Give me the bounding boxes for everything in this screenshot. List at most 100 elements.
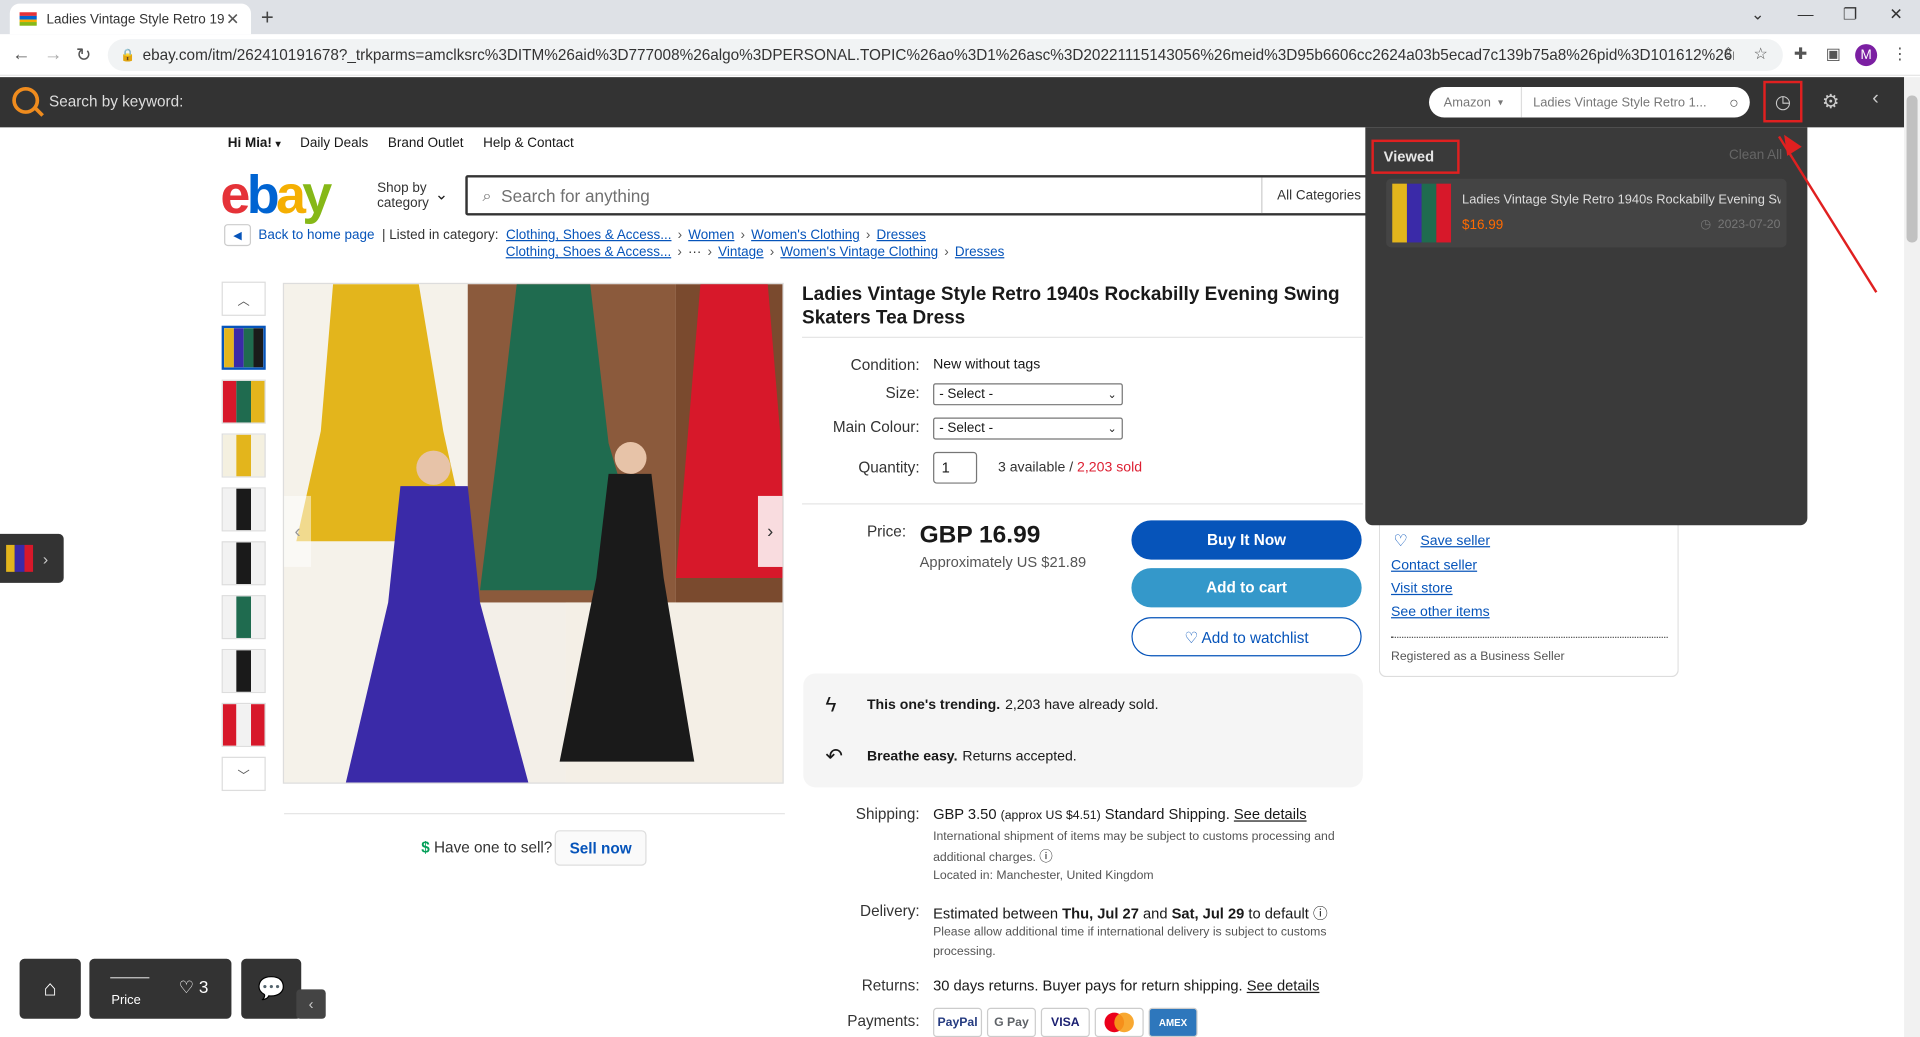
prev-image-icon[interactable]: ‹	[284, 495, 312, 567]
chevron-left-icon[interactable]: ‹	[1872, 88, 1879, 110]
collapse-widgets-icon[interactable]: ‹	[296, 989, 326, 1019]
browser-tab-bar: Ladies Vintage Style Retro 194 ✕ + ⌄ — ❐…	[0, 0, 1920, 35]
product-image-illustration	[284, 284, 783, 783]
condition-value: New without tags	[933, 357, 1041, 373]
new-tab-button[interactable]: +	[261, 5, 274, 31]
divider	[802, 503, 1363, 505]
thumbnail[interactable]	[221, 595, 266, 640]
next-image-icon[interactable]: ›	[757, 495, 783, 567]
price-widget[interactable]: Price ♡ 3	[89, 958, 232, 1019]
minimize-icon[interactable]: —	[1798, 5, 1814, 23]
viewed-history-popup: Viewed Clean All Ladies Vintage Style Re…	[1365, 127, 1808, 526]
store-selector[interactable]: Amazon ▾	[1429, 86, 1523, 118]
breadcrumb-link[interactable]: Dresses	[877, 228, 926, 243]
search-icon[interactable]: ○	[1718, 93, 1750, 111]
thumb-up-icon[interactable]: ︿	[221, 281, 266, 316]
reload-icon[interactable]: ↻	[76, 44, 91, 66]
thumbnail[interactable]	[221, 487, 266, 532]
forward-icon[interactable]: →	[44, 44, 62, 65]
extensions-puzzle-icon[interactable]: ✚	[1794, 44, 1807, 64]
ebay-top-nav: Hi Mia! ▾ Daily Deals Brand Outlet Help …	[228, 136, 574, 151]
tab-search-icon[interactable]: ⌄	[1751, 5, 1764, 25]
greeting-menu[interactable]: Hi Mia! ▾	[228, 136, 281, 151]
clock-icon: ◷	[1700, 217, 1711, 232]
quantity-input[interactable]: 1	[933, 451, 978, 484]
save-seller-link[interactable]: Save seller	[1420, 534, 1490, 549]
lock-icon: 🔒	[120, 48, 136, 62]
shop-by-category-button[interactable]: Shop by category	[377, 181, 429, 210]
side-float-widget[interactable]: ›	[0, 533, 64, 583]
thumbnail[interactable]	[221, 541, 266, 586]
profile-avatar[interactable]: M	[1855, 44, 1878, 67]
payment-logos: PayPal G Pay VISA MC AMEX	[933, 1007, 1198, 1037]
add-to-watchlist-button[interactable]: ♡ Add to watchlist	[1131, 617, 1362, 657]
viewed-tab[interactable]: Viewed	[1371, 139, 1460, 174]
thumbnail[interactable]	[221, 433, 266, 478]
shipping-details-link[interactable]: See details	[1234, 806, 1307, 823]
history-item[interactable]: Ladies Vintage Style Retro 1940s Rockabi…	[1386, 178, 1787, 248]
visa-icon: VISA	[1040, 1007, 1090, 1037]
chevron-down-icon: ▾	[1498, 96, 1503, 108]
keyword-search-input[interactable]: Search by keyword:	[49, 93, 183, 110]
breadcrumb-link[interactable]: Clothing, Shoes & Access...	[506, 245, 671, 260]
page-scrollbar[interactable]	[1904, 77, 1920, 1037]
tab-close-icon[interactable]: ✕	[224, 9, 241, 29]
info-icon[interactable]: ⓘ	[1039, 850, 1052, 865]
extension-search-box[interactable]: Amazon ▾ Ladies Vintage Style Retro 1...…	[1428, 86, 1750, 118]
thumbnail[interactable]	[221, 379, 266, 424]
breadcrumb-ellipsis[interactable]: ···	[688, 245, 701, 260]
thumb-down-icon[interactable]: ﹀	[221, 756, 266, 792]
search-input[interactable]: Search for anything	[501, 186, 1261, 206]
brand-outlet-link[interactable]: Brand Outlet	[388, 136, 464, 151]
gear-icon[interactable]: ⚙	[1822, 89, 1840, 113]
tab-title: Ladies Vintage Style Retro 194	[46, 11, 225, 27]
close-window-icon[interactable]: ✕	[1889, 5, 1902, 25]
visit-store-link[interactable]: Visit store	[1391, 582, 1453, 597]
seller-card: ♡ Save seller Contact seller Visit store…	[1378, 524, 1679, 678]
colour-select[interactable]: - Select - ⌄	[933, 417, 1123, 440]
add-to-cart-button[interactable]: Add to cart	[1131, 568, 1362, 608]
thumbnail[interactable]	[221, 702, 266, 747]
chat-widget-button[interactable]: 💬	[241, 958, 302, 1019]
clean-all-button[interactable]: Clean All	[1729, 148, 1782, 163]
browser-menu-icon[interactable]: ⋮	[1892, 44, 1908, 64]
history-clock-icon[interactable]: ◷	[1763, 80, 1803, 123]
back-home-link[interactable]: Back to home page	[258, 228, 374, 243]
category-select[interactable]: All Categories	[1261, 177, 1369, 214]
back-icon[interactable]: ←	[12, 44, 30, 65]
heart-icon[interactable]: ♡ 3	[179, 977, 209, 998]
history-item-title: Ladies Vintage Style Retro 1940s Rockabi…	[1462, 192, 1781, 207]
scrollbar-thumb[interactable]	[1906, 95, 1918, 243]
main-search-bar[interactable]: ⌕ Search for anything All Categories	[465, 175, 1372, 216]
return-arrow-icon: ↶	[825, 744, 843, 768]
bookmark-star-icon[interactable]: ☆	[1753, 44, 1767, 64]
size-select[interactable]: - Select - ⌄	[933, 383, 1123, 406]
contact-seller-link[interactable]: Contact seller	[1391, 558, 1477, 573]
daily-deals-link[interactable]: Daily Deals	[300, 136, 368, 151]
info-icon[interactable]: ⓘ	[1313, 905, 1328, 922]
breadcrumb-link[interactable]: Vintage	[718, 245, 763, 260]
see-other-items-link[interactable]: See other items	[1391, 605, 1490, 620]
browser-tab[interactable]: Ladies Vintage Style Retro 194 ✕	[9, 3, 252, 35]
breadcrumb-link[interactable]: Clothing, Shoes & Access...	[506, 228, 671, 243]
heart-icon[interactable]: ♡	[1393, 531, 1407, 551]
breadcrumb-link[interactable]: Dresses	[955, 245, 1004, 260]
home-widget-button[interactable]: ⌂	[19, 958, 81, 1019]
thumbnail[interactable]	[221, 648, 266, 694]
product-main-image[interactable]	[282, 282, 784, 784]
ebay-logo[interactable]: ebay	[220, 165, 332, 226]
breadcrumb-link[interactable]: Women	[688, 228, 734, 243]
restore-icon[interactable]: ❐	[1843, 5, 1857, 25]
url-input[interactable]: 🔒 ebay.com/itm/262410191678?_trkparms=am…	[107, 39, 1783, 72]
back-arrow-icon[interactable]: ◀	[224, 224, 252, 247]
sell-now-button[interactable]: Sell now	[554, 830, 647, 866]
side-panel-icon[interactable]: ▣	[1826, 44, 1841, 64]
sold-count[interactable]: 2,203 sold	[1077, 460, 1142, 475]
thumbnail[interactable]	[221, 325, 266, 370]
returns-details-link[interactable]: See details	[1247, 977, 1320, 994]
help-contact-link[interactable]: Help & Contact	[483, 136, 574, 151]
buy-it-now-button[interactable]: Buy It Now	[1131, 520, 1362, 560]
breadcrumb-link[interactable]: Women's Vintage Clothing	[780, 245, 938, 260]
breadcrumb-link[interactable]: Women's Clothing	[751, 228, 860, 243]
share-icon[interactable]: ⇪	[1722, 44, 1735, 64]
